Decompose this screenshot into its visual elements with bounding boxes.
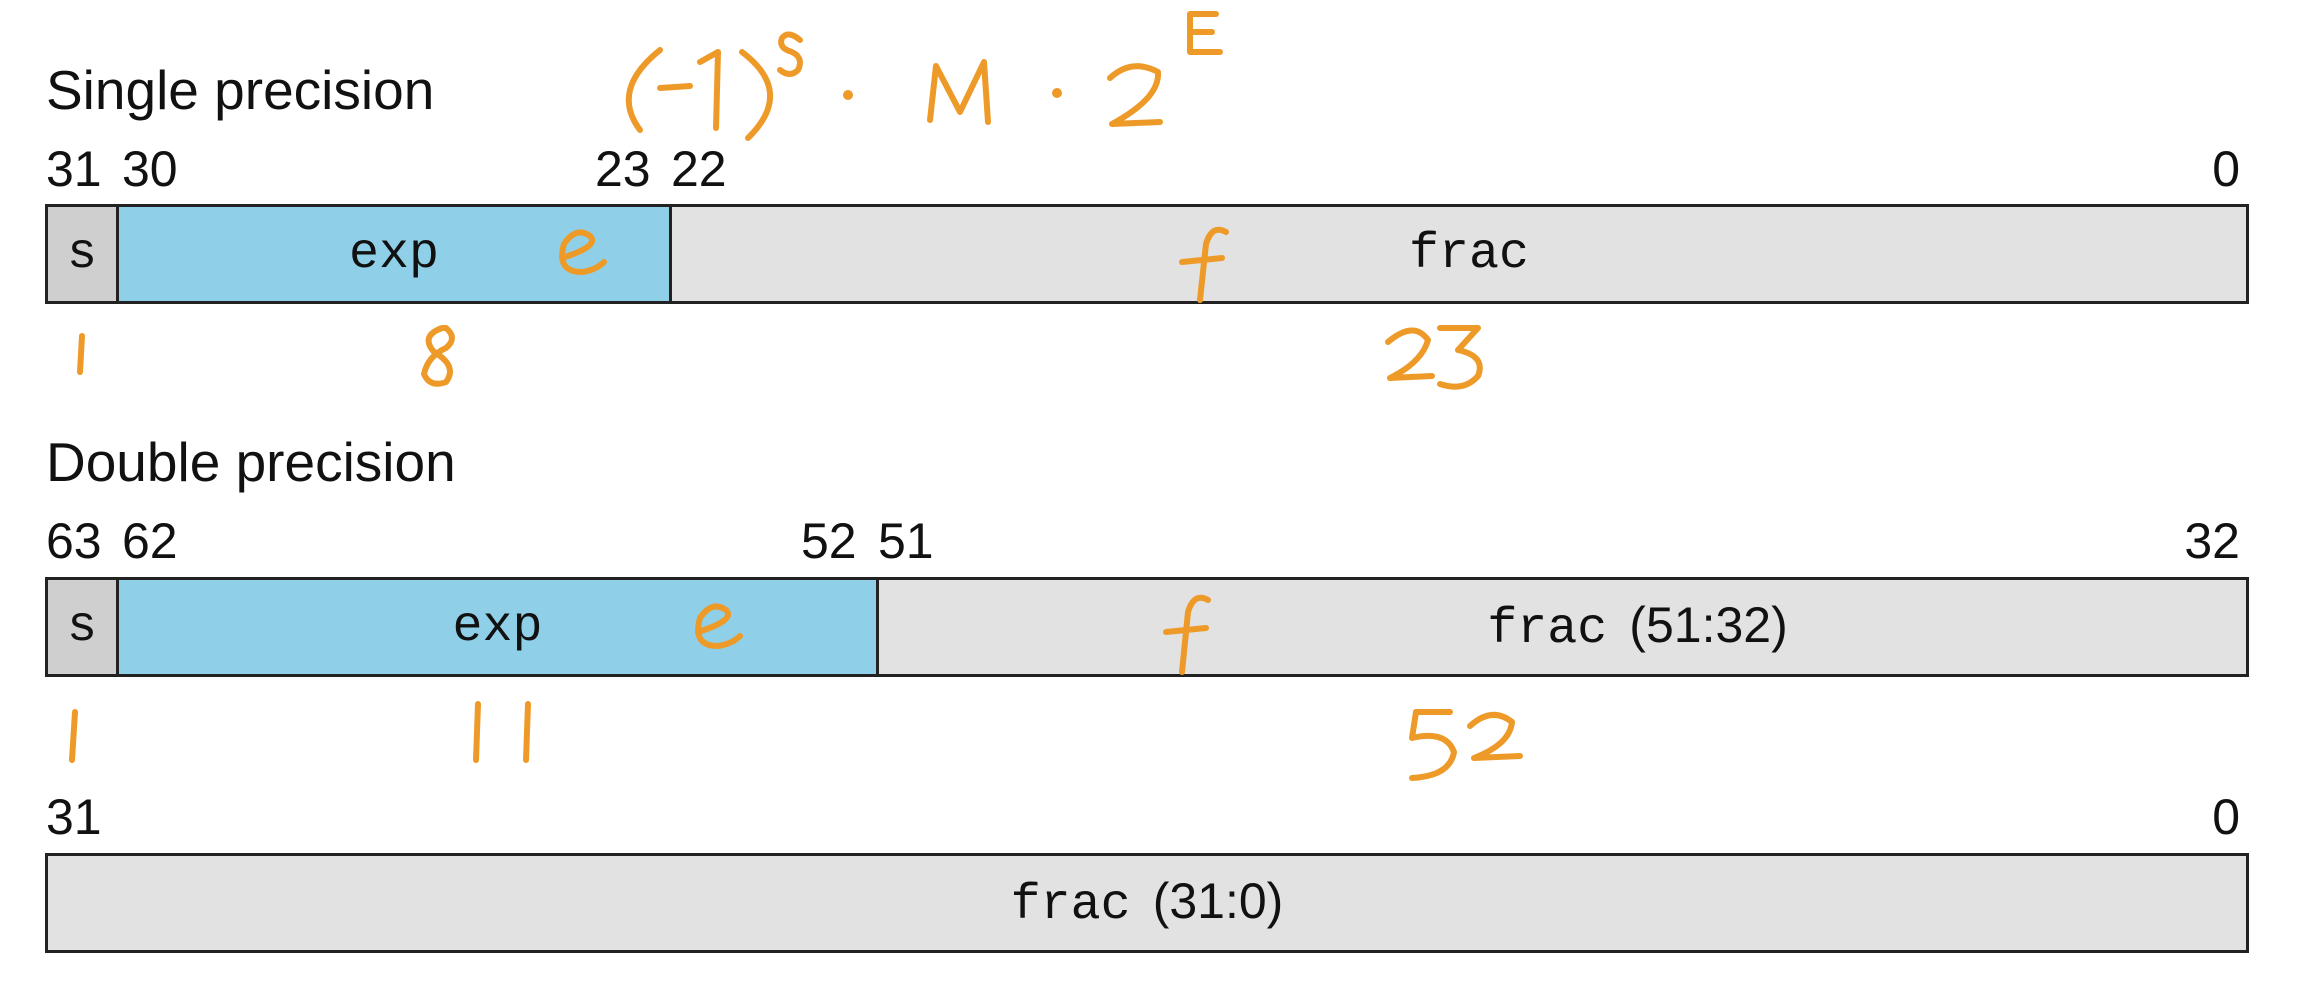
formula-minus <box>657 83 693 91</box>
single-width-1 <box>77 333 85 375</box>
single-frac-f-mark <box>1179 226 1229 303</box>
double-frac-f-mark <box>1163 594 1211 675</box>
single-width-8 <box>421 325 455 387</box>
single-width-23-three <box>1437 325 1483 390</box>
double-width-52-two <box>1467 712 1523 761</box>
formula-one <box>697 49 721 131</box>
formula-dot-2 <box>1052 88 1062 98</box>
formula-m <box>927 59 991 125</box>
double-width-52-five <box>1409 709 1457 781</box>
single-exp-e-mark <box>559 229 607 275</box>
ieee754-format-diagram: Single precision 31 30 23 22 0 s exp fra… <box>0 0 2314 1000</box>
formula-exponent-e <box>1187 11 1223 55</box>
double-width-11 <box>473 701 531 763</box>
formula-close-paren <box>739 49 774 141</box>
formula-exponent-s <box>777 31 803 77</box>
formula-open-paren <box>625 47 663 133</box>
double-width-1 <box>69 709 78 763</box>
formula-dot-1 <box>843 90 853 100</box>
handwritten-annotations <box>69 11 1523 781</box>
formula-two <box>1107 63 1163 127</box>
double-exp-e-mark <box>695 603 743 649</box>
single-width-23-two <box>1385 327 1435 381</box>
handwritten-formula <box>625 11 1223 141</box>
